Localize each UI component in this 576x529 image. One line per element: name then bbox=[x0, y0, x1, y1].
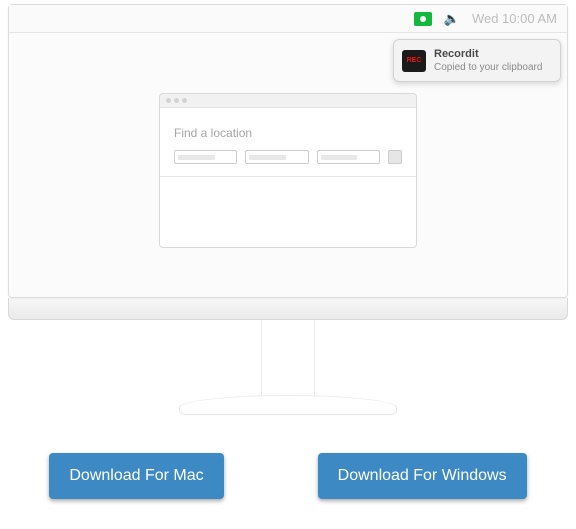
download-mac-button[interactable]: Download For Mac bbox=[49, 453, 223, 499]
notification-text: Recordit Copied to your clipboard bbox=[434, 48, 552, 73]
monitor-stand bbox=[8, 320, 568, 425]
window-content-area bbox=[160, 177, 416, 247]
demo-window: Find a location bbox=[159, 93, 417, 248]
traffic-light-min-icon[interactable] bbox=[174, 98, 179, 103]
traffic-light-close-icon[interactable] bbox=[166, 98, 171, 103]
stand-neck bbox=[261, 320, 315, 396]
window-input-row bbox=[174, 150, 402, 164]
stand-foot bbox=[179, 395, 397, 415]
recordit-app-icon: REC bbox=[402, 50, 426, 72]
window-titlebar[interactable] bbox=[160, 94, 416, 108]
find-location-label: Find a location bbox=[174, 126, 402, 140]
monitor-bezel bbox=[8, 298, 568, 320]
notification[interactable]: REC Recordit Copied to your clipboard bbox=[393, 39, 561, 82]
menubar: 🔈 Wed 10:00 AM bbox=[9, 5, 567, 33]
window-body: Find a location bbox=[160, 108, 416, 177]
location-input-2[interactable] bbox=[245, 150, 308, 164]
menubar-right: 🔈 Wed 10:00 AM bbox=[414, 11, 557, 27]
traffic-light-max-icon[interactable] bbox=[182, 98, 187, 103]
clock: Wed 10:00 AM bbox=[472, 11, 557, 26]
screen: 🔈 Wed 10:00 AM REC Recordit Copied to yo… bbox=[8, 4, 568, 298]
volume-icon[interactable]: 🔈 bbox=[444, 11, 460, 27]
location-input-1[interactable] bbox=[174, 150, 237, 164]
download-windows-button[interactable]: Download For Windows bbox=[318, 453, 527, 499]
recordit-menubar-icon[interactable] bbox=[414, 12, 432, 26]
monitor: 🔈 Wed 10:00 AM REC Recordit Copied to yo… bbox=[8, 4, 568, 425]
notification-message: Copied to your clipboard bbox=[434, 62, 552, 73]
submit-button[interactable] bbox=[388, 150, 402, 164]
desktop: REC Recordit Copied to your clipboard Fi… bbox=[9, 33, 567, 297]
rec-label: REC bbox=[407, 57, 422, 64]
download-buttons: Download For Mac Download For Windows bbox=[0, 453, 576, 499]
location-input-3[interactable] bbox=[317, 150, 380, 164]
notification-title: Recordit bbox=[434, 48, 552, 60]
